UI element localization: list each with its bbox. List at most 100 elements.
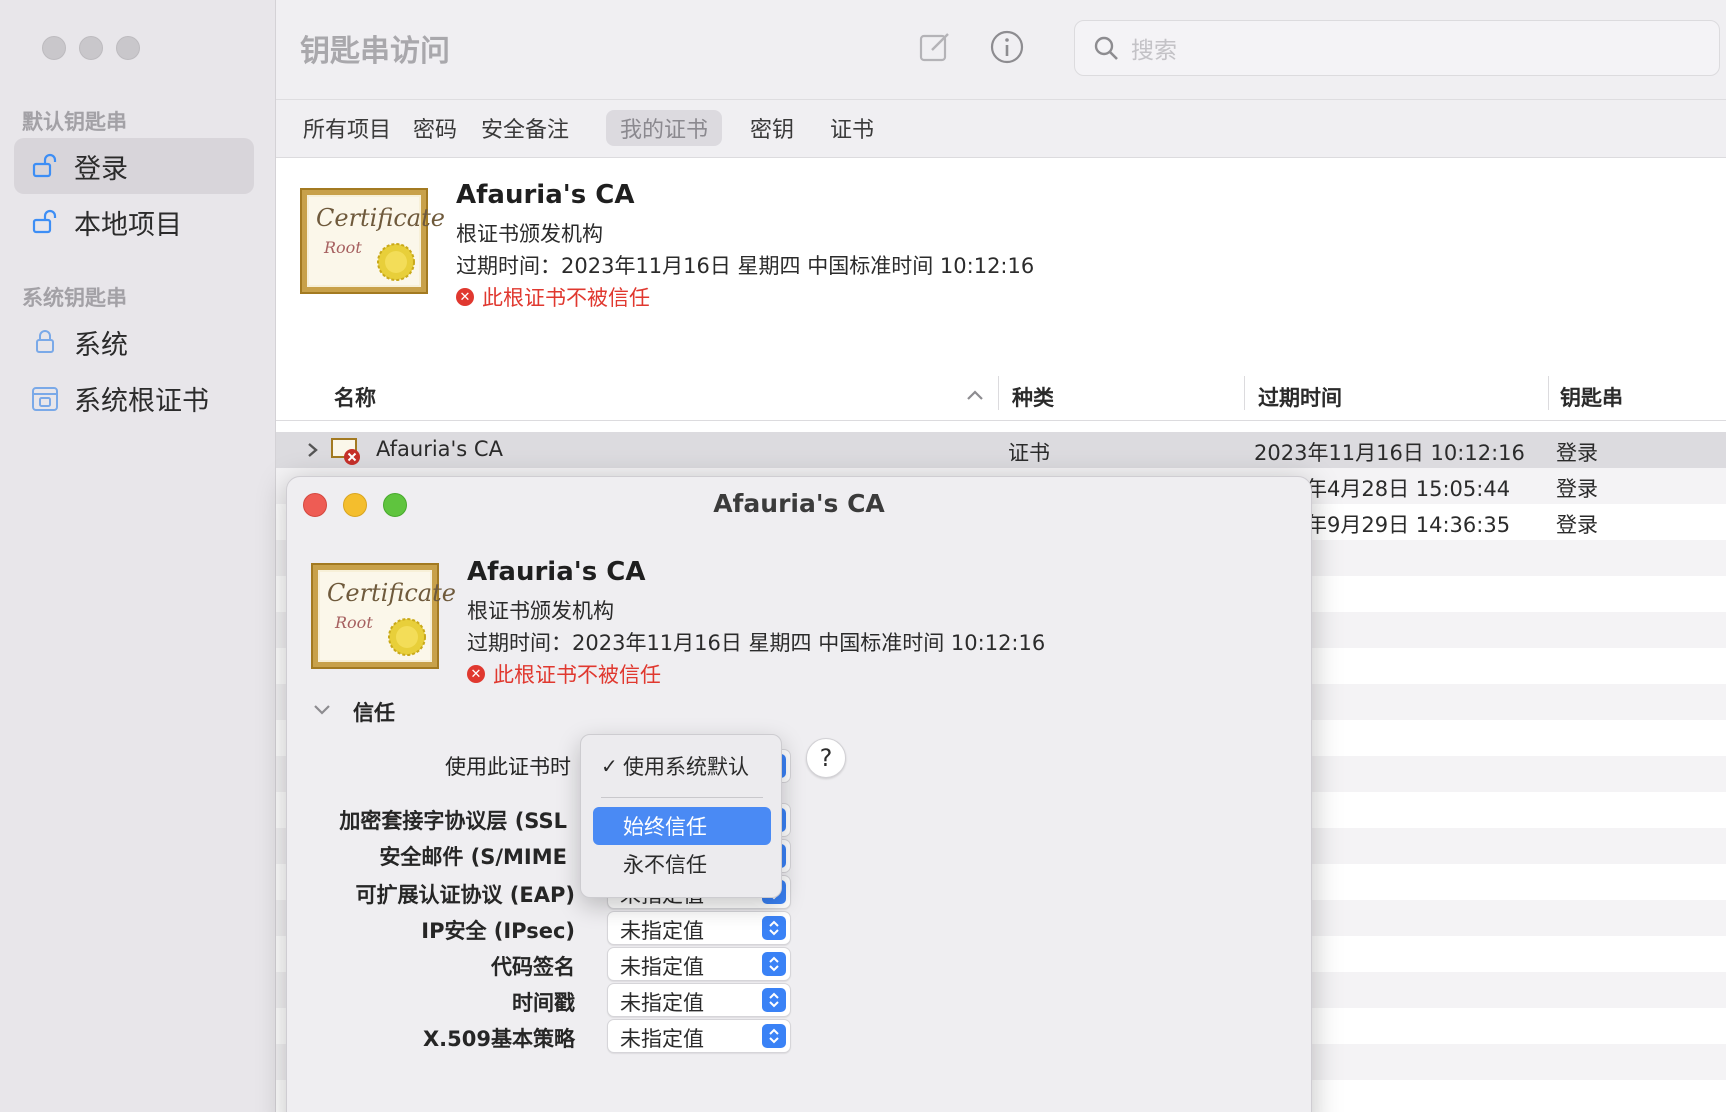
search-icon	[1094, 36, 1118, 60]
sidebar-item-label: 系统根证书	[74, 385, 209, 417]
certificate-image-title: Certificate	[327, 579, 456, 607]
trust-select-value: 未指定值	[620, 919, 704, 943]
column-header-name[interactable]: 名称	[334, 382, 376, 412]
compose-icon[interactable]	[916, 28, 954, 66]
menu-item-label: 永不信任	[623, 853, 707, 877]
lock-icon	[30, 327, 60, 357]
tab-keys[interactable]: 密钥	[736, 110, 808, 146]
tab-all-items[interactable]: 所有项目	[289, 110, 405, 146]
toolbar: 钥匙串访问 搜索	[276, 0, 1726, 100]
table-row[interactable]: Afauria's CA 证书 2023年11月16日 10:12:16 登录	[276, 432, 1726, 468]
popup-stepper-icon	[762, 916, 786, 940]
search-field[interactable]: 搜索	[1074, 20, 1720, 76]
certificate-dialog: Afauria's CA Certificate Root Afauria's …	[286, 476, 1312, 1112]
sidebar-item-local-items[interactable]: 本地项目	[14, 194, 254, 250]
trust-label-ipsec: IP安全 (IPsec)	[421, 919, 575, 943]
tab-my-certificates[interactable]: 我的证书	[606, 110, 723, 146]
cell-expires: 年9月29日 14:36:35	[1306, 513, 1511, 537]
search-placeholder: 搜索	[1131, 38, 1177, 64]
trust-warning: ✕ 此根证书不被信任	[467, 659, 661, 689]
popup-stepper-icon	[762, 1024, 786, 1048]
tab-passwords[interactable]: 密码	[399, 110, 471, 146]
sidebar-item-label: 系统	[74, 329, 128, 361]
untrusted-certificate-icon	[331, 438, 360, 465]
trust-label-smime: 安全邮件 (S/MIME	[379, 845, 567, 869]
menu-separator	[601, 797, 763, 798]
trust-label-timestamping: 时间戳	[512, 991, 575, 1015]
sidebar-item-system-roots[interactable]: 系统根证书	[14, 370, 254, 426]
sidebar-item-label: 登录	[74, 153, 128, 185]
cell-expires: 年4月28日 15:05:44	[1306, 477, 1511, 501]
trust-select-ipsec[interactable]: 未指定值	[607, 911, 791, 945]
trust-warning-text: 此根证书不被信任	[482, 286, 650, 310]
certificate-image-title: Certificate	[316, 204, 445, 232]
zoom-button-inactive[interactable]	[116, 36, 140, 60]
trust-select-x509[interactable]: 未指定值	[607, 1019, 791, 1053]
checkmark-icon: ✓	[601, 754, 618, 778]
column-separator	[998, 376, 999, 410]
seal-icon	[388, 618, 426, 656]
cabinet-icon	[30, 383, 60, 413]
error-icon: ✕	[456, 288, 474, 306]
column-header-expires[interactable]: 过期时间	[1258, 382, 1342, 412]
unlocked-lock-icon	[30, 151, 60, 181]
popup-stepper-icon	[762, 988, 786, 1012]
disclosure-chevron-icon[interactable]	[306, 442, 320, 458]
tab-certificates[interactable]: 证书	[816, 110, 888, 146]
cell-keychain: 登录	[1556, 477, 1598, 501]
trust-label-ssl: 加密套接字协议层 (SSL	[339, 809, 567, 833]
cell-name: Afauria's CA	[376, 437, 503, 461]
sidebar-heading-default: 默认钥匙串	[22, 110, 127, 134]
certificate-image: Certificate Root	[300, 188, 445, 294]
certificate-type: 根证书颁发机构	[467, 599, 614, 623]
menu-item-label: 使用系统默认	[623, 755, 749, 779]
certificate-name: Afauria's CA	[456, 180, 635, 210]
chevron-down-icon[interactable]	[313, 703, 331, 717]
info-icon[interactable]	[988, 28, 1026, 66]
help-button[interactable]: ?	[806, 738, 846, 778]
certificate-image-subtitle: Root	[335, 613, 373, 632]
certificate-type: 根证书颁发机构	[456, 222, 603, 246]
trust-select-value: 未指定值	[620, 955, 704, 979]
trust-select-value: 未指定值	[620, 991, 704, 1015]
certificate-expiry: 过期时间：2023年11月16日 星期四 中国标准时间 10:12:16	[456, 254, 1035, 278]
when-using-label: 使用此证书时	[445, 755, 571, 779]
menu-item-never-trust[interactable]: 永不信任	[593, 845, 771, 883]
sidebar-heading-system: 系统钥匙串	[22, 286, 127, 310]
seal-icon	[377, 243, 415, 281]
error-icon: ✕	[467, 665, 485, 683]
trust-section-title[interactable]: 信任	[353, 697, 395, 727]
sidebar-item-login[interactable]: 登录	[14, 138, 254, 194]
minimize-button-inactive[interactable]	[79, 36, 103, 60]
cell-keychain: 登录	[1556, 513, 1598, 537]
trust-select-timestamping[interactable]: 未指定值	[607, 983, 791, 1017]
cell-keychain: 登录	[1556, 441, 1598, 465]
unlocked-lock-icon	[30, 207, 60, 237]
cell-kind: 证书	[1008, 441, 1050, 465]
cell-expires: 2023年11月16日 10:12:16	[1254, 441, 1525, 465]
sidebar-item-system[interactable]: 系统	[14, 314, 254, 370]
column-separator	[1548, 376, 1549, 410]
popup-stepper-icon	[762, 952, 786, 976]
menu-item-use-system-default[interactable]: ✓ 使用系统默认	[593, 747, 771, 785]
column-header-kind[interactable]: 种类	[1012, 382, 1054, 412]
menu-item-always-trust[interactable]: 始终信任	[593, 807, 771, 845]
sidebar: 默认钥匙串 登录 本地项目 系统钥匙串 系统 系统根证书	[0, 0, 276, 1112]
close-button-inactive[interactable]	[42, 36, 66, 60]
dialog-title: Afauria's CA	[713, 489, 885, 518]
sort-ascending-icon	[967, 390, 983, 400]
sidebar-item-label: 本地项目	[74, 209, 182, 241]
certificate-name: Afauria's CA	[467, 557, 646, 587]
trust-select-code-signing[interactable]: 未指定值	[607, 947, 791, 981]
menu-item-label: 始终信任	[623, 815, 707, 839]
trust-label-eap: 可扩展认证协议 (EAP)	[355, 883, 576, 907]
trust-select-value: 未指定值	[620, 1027, 704, 1051]
certificate-image-subtitle: Root	[324, 238, 362, 257]
certificate-image: Certificate Root	[311, 563, 456, 669]
column-header-keychain[interactable]: 钥匙串	[1560, 382, 1623, 412]
trust-label-code-signing: 代码签名	[491, 955, 575, 979]
certificate-expiry: 过期时间：2023年11月16日 星期四 中国标准时间 10:12:16	[467, 631, 1046, 655]
tab-secure-notes[interactable]: 安全备注	[467, 110, 583, 146]
category-tabs: 所有项目 密码 安全备注 我的证书 密钥 证书	[276, 100, 1726, 158]
trust-warning: ✕ 此根证书不被信任	[456, 282, 650, 312]
